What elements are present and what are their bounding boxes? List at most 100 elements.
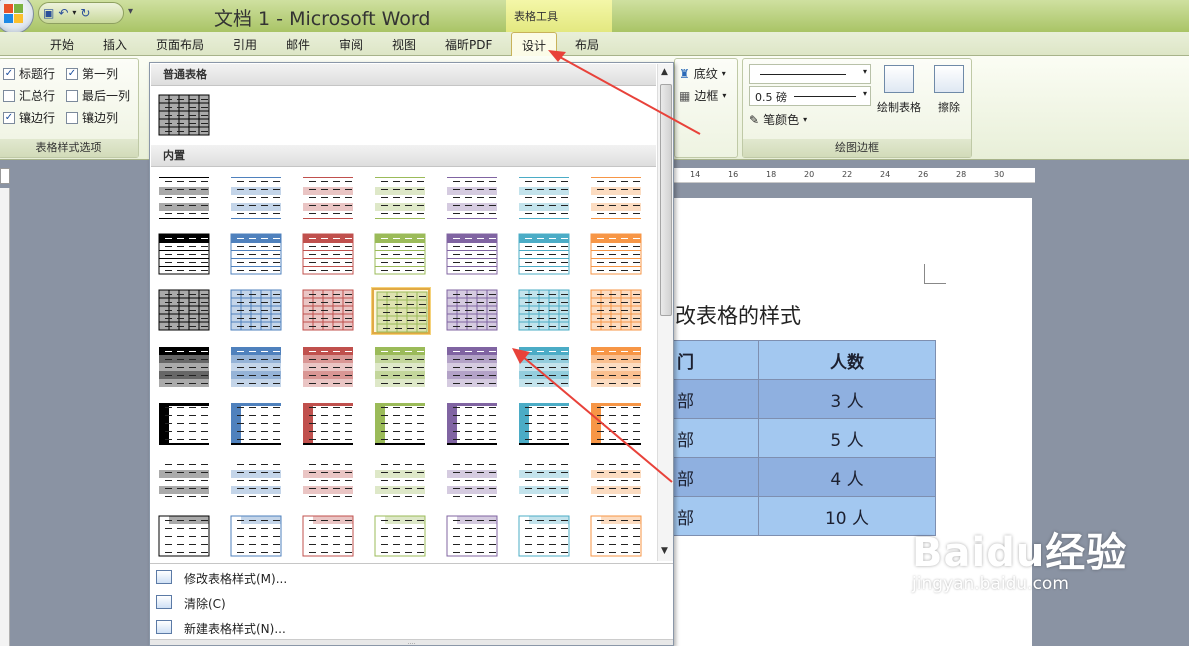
table-style-thumbnail[interactable] (156, 232, 214, 278)
scroll-up-icon[interactable]: ▲ (661, 67, 668, 77)
table-style-thumbnail[interactable] (516, 514, 574, 560)
table-style-thumbnail[interactable] (156, 401, 214, 447)
new-table-style-item[interactable]: 新建表格样式(N)... (184, 620, 286, 637)
table-style-thumbnail[interactable] (300, 401, 358, 447)
table-style-thumbnail[interactable] (372, 232, 430, 278)
table-style-thumbnail[interactable] (228, 401, 286, 447)
tab-insert[interactable]: 插入 (103, 36, 127, 53)
table-style-thumbnail[interactable] (228, 514, 286, 560)
table-style-thumbnail[interactable] (444, 288, 502, 334)
table-style-thumbnail[interactable] (444, 458, 502, 504)
option-banded-columns[interactable]: 镶边列 (66, 109, 118, 126)
table-style-thumbnail[interactable] (588, 232, 646, 278)
table-style-thumbnail[interactable] (228, 458, 286, 504)
table-cell[interactable]: 部 (668, 457, 759, 497)
table-style-thumbnail[interactable] (588, 288, 646, 334)
option-total-row[interactable]: 汇总行 (3, 87, 55, 104)
option-header-row[interactable]: ✓ 标题行 (3, 65, 55, 82)
table-style-thumbnail[interactable] (228, 175, 286, 221)
table-style-thumbnail[interactable] (588, 514, 646, 560)
tab-page-layout[interactable]: 页面布局 (156, 36, 204, 53)
draw-table-button[interactable]: 绘制表格 (873, 65, 925, 115)
table-style-thumbnail[interactable] (516, 401, 574, 447)
table-cell[interactable]: 人数 (758, 340, 936, 380)
line-style-dropdown[interactable]: ▾ (749, 64, 871, 84)
eraser-button[interactable]: 擦除 (927, 65, 971, 115)
option-last-column[interactable]: 最后一列 (66, 87, 130, 104)
table-style-thumbnail[interactable] (444, 401, 502, 447)
table-cell[interactable]: 4 人 (758, 457, 936, 497)
resize-grip[interactable]: .... (150, 639, 673, 646)
table-style-thumbnail[interactable] (588, 345, 646, 391)
table-cell[interactable]: 3 人 (758, 379, 936, 419)
borders-button[interactable]: ▦ 边框 ▾ (679, 87, 726, 104)
tab-design[interactable]: 设计 (511, 32, 558, 57)
table-cell[interactable]: 部 (668, 379, 759, 419)
scroll-down-icon[interactable]: ▼ (661, 546, 668, 556)
table-style-thumbnail[interactable] (228, 232, 286, 278)
table-style-thumbnail[interactable] (372, 401, 430, 447)
document-heading[interactable]: 改表格的样式 (675, 300, 801, 330)
line-weight-dropdown[interactable]: 0.5 磅 ▾ (749, 86, 871, 106)
tab-review[interactable]: 审阅 (339, 36, 363, 53)
document-table[interactable]: 门 人数 部3 人 部5 人 部4 人 部 10 人 (668, 340, 936, 536)
shading-button[interactable]: ♜ 底纹 ▾ (679, 65, 726, 82)
tab-foxit-pdf[interactable]: 福昕PDF (445, 36, 492, 53)
tab-references[interactable]: 引用 (233, 36, 257, 53)
table-style-thumbnail[interactable] (300, 232, 358, 278)
table-style-thumbnail[interactable] (444, 514, 502, 560)
table-style-thumbnail[interactable] (516, 232, 574, 278)
table-style-thumbnail[interactable] (300, 458, 358, 504)
redo-icon[interactable]: ↻ (80, 4, 90, 22)
table-styles-gallery[interactable]: 普通表格 内置 ▲ ▼ 修改表格样式(M)... 清除(C) 新建表格样式(N)… (149, 62, 674, 646)
table-style-thumbnail[interactable] (516, 345, 574, 391)
table-style-thumbnail[interactable] (156, 175, 214, 221)
table-style-thumbnail[interactable] (156, 345, 214, 391)
customize-toolbar-icon[interactable]: ▾ (128, 6, 133, 17)
gallery-scrollbar[interactable]: ▲ ▼ (657, 64, 673, 561)
table-style-thumbnail[interactable] (444, 232, 502, 278)
undo-icon[interactable]: ↶ (58, 4, 68, 22)
table-style-thumbnail[interactable] (372, 175, 430, 221)
table-style-thumbnail[interactable] (372, 514, 430, 560)
table-style-thumbnail[interactable] (228, 345, 286, 391)
table-style-thumbnail[interactable] (300, 175, 358, 221)
table-style-thumbnail[interactable] (300, 345, 358, 391)
table-cell[interactable]: 5 人 (758, 418, 936, 458)
table-style-thumbnail[interactable] (300, 514, 358, 560)
table-style-thumbnail[interactable] (372, 345, 430, 391)
option-first-column[interactable]: ✓ 第一列 (66, 65, 118, 82)
table-style-thumbnail[interactable] (372, 458, 430, 504)
tab-mailings[interactable]: 邮件 (286, 36, 310, 53)
undo-dropdown-icon[interactable]: ▾ (72, 4, 76, 22)
vertical-ruler[interactable] (0, 188, 10, 646)
table-style-thumbnail[interactable] (300, 288, 358, 334)
table-style-thumbnail[interactable] (516, 175, 574, 221)
horizontal-ruler[interactable]: 14 16 18 20 22 24 26 28 30 (673, 168, 1035, 183)
table-style-thumbnail[interactable] (156, 514, 214, 560)
table-style-thumbnail[interactable] (156, 288, 214, 334)
table-style-thumbnail[interactable] (156, 458, 214, 504)
table-style-thumbnail[interactable] (444, 175, 502, 221)
table-style-thumbnail[interactable] (228, 288, 286, 334)
tab-layout[interactable]: 布局 (575, 36, 599, 53)
pen-color-button[interactable]: ✎ 笔颜色 ▾ (749, 111, 807, 128)
table-style-thumbnail[interactable] (372, 288, 430, 334)
table-cell[interactable]: 10 人 (758, 496, 936, 536)
table-style-thumbnail[interactable] (444, 345, 502, 391)
save-icon[interactable]: ▣ (43, 4, 54, 22)
tab-view[interactable]: 视图 (392, 36, 416, 53)
table-cell[interactable]: 部 (668, 418, 759, 458)
table-style-thumbnail[interactable] (516, 288, 574, 334)
table-cell[interactable]: 门 (668, 340, 759, 380)
option-banded-rows[interactable]: ✓ 镶边行 (3, 109, 55, 126)
table-style-thumbnail[interactable] (588, 401, 646, 447)
table-style-thumbnail[interactable] (588, 175, 646, 221)
tab-home[interactable]: 开始 (50, 36, 74, 53)
table-style-thumbnail[interactable] (588, 458, 646, 504)
table-style-thumbnail[interactable] (156, 93, 214, 139)
clear-item[interactable]: 清除(C) (184, 595, 226, 612)
table-style-thumbnail[interactable] (516, 458, 574, 504)
modify-table-style-item[interactable]: 修改表格样式(M)... (184, 570, 287, 587)
scrollbar-thumb[interactable] (660, 84, 672, 316)
